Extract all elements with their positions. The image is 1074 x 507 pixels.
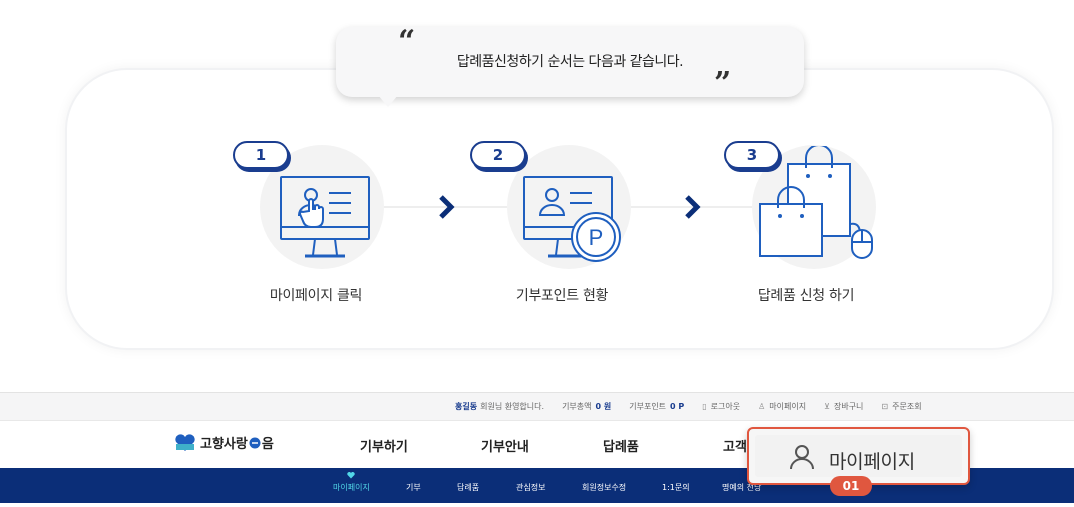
monitor-click-icon — [280, 176, 370, 258]
heart-logo-icon — [175, 433, 195, 451]
cart-link[interactable]: 장바구니 — [834, 401, 863, 412]
subnav-inquiry[interactable]: 1:1문의 — [662, 482, 690, 493]
nav-customer[interactable]: 고객 — [723, 436, 747, 455]
subnav-gifts[interactable]: 답례품 — [457, 482, 479, 493]
chevron-right-icon — [685, 195, 701, 219]
callout-label: 마이페이지 — [829, 451, 915, 473]
bubble-tail — [378, 95, 398, 107]
donation-point-value: 0 P — [670, 402, 685, 411]
cart-icon: ⊻ — [824, 402, 830, 411]
site-logo[interactable]: 고향사랑 음 — [174, 433, 274, 452]
subnav-mypage[interactable]: 마이페이지 — [333, 482, 370, 493]
step-3-label: 답례품 신청 하기 — [757, 288, 855, 304]
order-icon: ⊡ — [881, 402, 889, 411]
order-lookup-link[interactable]: 주문조회 — [892, 401, 921, 412]
step-2-label: 기부포인트 현황 — [515, 288, 609, 304]
subnav-member-edit[interactable]: 회원정보수정 — [582, 482, 626, 493]
chevron-right-icon — [439, 195, 455, 219]
intro-text: 답례품신청하기 순서는 다음과 같습니다. — [456, 54, 684, 70]
donation-total-label: 기부총액 — [562, 402, 592, 411]
welcome-text: 회원님 환영합니다. — [480, 402, 545, 411]
mypage-link[interactable]: 마이페이지 — [769, 401, 806, 412]
monitor-point-icon: P — [523, 176, 621, 262]
logout-link[interactable]: 로그아웃 — [711, 401, 740, 412]
step-1-label: 마이페이지 클릭 — [269, 288, 363, 304]
active-heart-icon — [347, 472, 355, 479]
callout-badge: 01 — [830, 476, 872, 496]
utility-bar: 홍길동 회원님 환영합니다. 기부총액 0 원 기부포인트 0 P ▯ 로그아웃… — [0, 392, 1074, 421]
subnav-interest[interactable]: 관심정보 — [516, 482, 545, 493]
nav-gifts[interactable]: 답례품 — [603, 436, 639, 455]
utility-bar-items: 홍길동 회원님 환영합니다. 기부총액 0 원 기부포인트 0 P ▯ 로그아웃… — [455, 401, 922, 412]
nav-donate[interactable]: 기부하기 — [360, 436, 408, 455]
user-icon — [790, 445, 814, 470]
user-name: 홍길동 — [455, 402, 478, 411]
close-quote-icon: ” — [714, 66, 732, 101]
step-1-badge: 1 — [233, 141, 289, 169]
logo-suffix: 음 — [261, 437, 274, 452]
subnav-donation[interactable]: 기부 — [406, 482, 421, 493]
shopping-bags-icon — [759, 146, 873, 259]
donation-total-value: 0 원 — [595, 402, 612, 411]
intro-bubble: “ 답례품신청하기 순서는 다음과 같습니다. ” — [336, 27, 804, 101]
page-root: “ 답례품신청하기 순서는 다음과 같습니다. ” 1 마이페이지 클릭 2 P… — [0, 0, 1074, 507]
logo-circle-icon — [249, 437, 261, 448]
user-icon: ♙ — [758, 402, 766, 411]
nav-donation-guide[interactable]: 기부안내 — [481, 436, 529, 455]
logo-text: 고향사랑 — [200, 437, 248, 452]
logout-icon: ▯ — [702, 402, 707, 411]
callout-inner: 마이페이지 — [755, 435, 962, 477]
point-symbol: P — [589, 225, 604, 250]
donation-point-label: 기부포인트 — [629, 402, 667, 411]
step-2-badge: 2 — [470, 141, 526, 169]
